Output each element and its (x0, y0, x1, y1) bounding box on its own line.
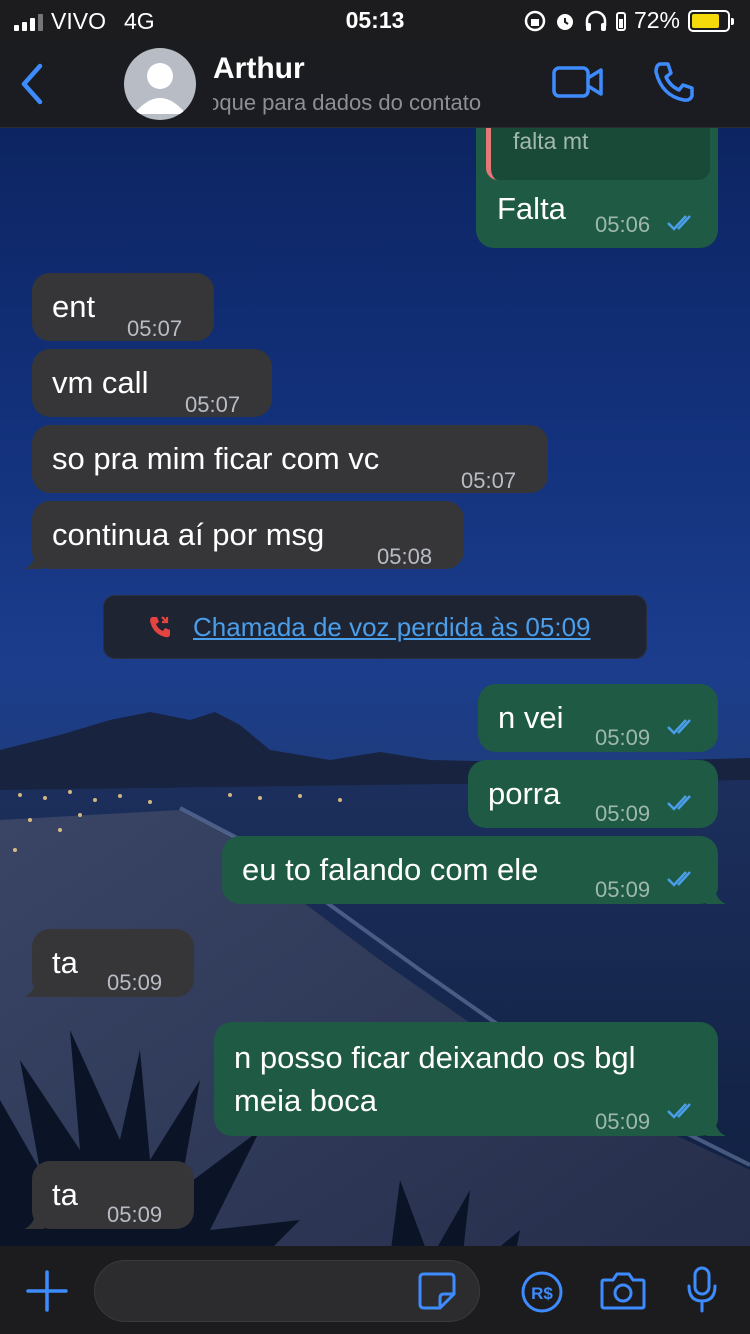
message-time: 05:07 (461, 468, 517, 493)
message-time: 05:09 (107, 970, 163, 995)
bubble-tail (24, 979, 44, 997)
message-text: so pra mim ficar com vc (52, 441, 380, 476)
message-outgoing[interactable]: porra 05:09 (468, 760, 718, 828)
battery-small-icon (615, 11, 626, 31)
message-text: continua aí por msg (52, 517, 325, 552)
microphone-button[interactable] (686, 1266, 718, 1319)
message-time: 05:07 (127, 316, 183, 341)
headphones-icon (585, 10, 607, 31)
video-camera-icon (552, 66, 603, 98)
message-text-line1: n posso ficar deixando os bgl (234, 1040, 636, 1075)
message-outgoing[interactable]: eu to falando com ele 05:09 (222, 836, 726, 904)
read-receipt-icon (667, 871, 691, 887)
message-time: 05:08 (377, 544, 433, 569)
message-incoming[interactable]: ent 05:07 (32, 273, 214, 341)
bubble-tail (706, 886, 726, 904)
message-time: 05:09 (595, 801, 651, 826)
back-button[interactable] (16, 62, 50, 106)
message-incoming[interactable]: so pra mim ficar com vc 05:07 (32, 425, 548, 493)
message-text: porra (488, 776, 561, 811)
battery-percent: 72% (633, 7, 680, 33)
contact-subtitle[interactable]: toque para dados do contato (213, 90, 535, 116)
bubble-tail (24, 1211, 44, 1229)
status-right: 72% (524, 7, 734, 34)
message-outgoing[interactable]: n vei 05:09 (478, 684, 718, 752)
message-text: ta (52, 945, 78, 980)
read-receipt-icon (667, 719, 691, 735)
missed-call-icon (150, 616, 170, 638)
sticker-icon (418, 1272, 456, 1310)
phone-icon (654, 62, 694, 102)
status-bar: VIVO 4G 05:13 72% (0, 0, 750, 40)
avatar[interactable] (124, 48, 196, 120)
message-incoming[interactable]: continua aí por msg 05:08 (24, 501, 464, 569)
message-time: 05:09 (595, 1109, 651, 1134)
sticker-button[interactable] (418, 1272, 456, 1315)
camera-button[interactable] (600, 1272, 646, 1315)
default-avatar-icon (134, 63, 186, 114)
battery-icon (688, 9, 734, 32)
camera-icon (600, 1272, 646, 1310)
message-incoming[interactable]: ta 05:09 (24, 929, 194, 997)
message-time: 05:09 (595, 877, 651, 902)
message-time: 05:06 (595, 212, 651, 237)
contact-name[interactable]: Arthur (213, 52, 305, 86)
bubble-tail (24, 551, 44, 569)
attach-button[interactable] (26, 1270, 68, 1317)
svg-text:R$: R$ (531, 1284, 553, 1303)
read-receipt-icon (667, 1103, 691, 1119)
message-time: 05:09 (595, 725, 651, 750)
read-receipt-icon (667, 795, 691, 811)
message-time: 05:07 (185, 392, 241, 417)
message-incoming[interactable]: ta 05:09 (24, 1161, 194, 1229)
quoted-reply-container: falta mt (486, 128, 710, 180)
message-text: Falta (497, 191, 566, 226)
payment-button[interactable]: R$ (520, 1270, 564, 1319)
message-text: eu to falando com ele (242, 852, 539, 887)
voice-call-button[interactable] (652, 60, 696, 109)
message-text-line2: meia boca (234, 1083, 378, 1118)
microphone-icon (687, 1266, 717, 1313)
orientation-lock-icon (524, 10, 546, 31)
payment-icon: R$ (521, 1271, 563, 1313)
alarm-icon (556, 13, 573, 30)
message-incoming[interactable]: vm call 05:07 (32, 349, 272, 417)
message-text: vm call (52, 365, 149, 400)
missed-call-notice[interactable]: Chamada de voz perdida às 05:09 (103, 595, 647, 659)
read-receipt-icon (667, 215, 691, 231)
message-text: n vei (498, 700, 564, 735)
message-outgoing[interactable]: n posso ficar deixando os bgl meia boca … (214, 1022, 726, 1136)
message-text: ta (52, 1177, 78, 1212)
bubble-tail (706, 1118, 726, 1136)
chat-header: Arthur toque para dados do contato (0, 40, 750, 128)
chevron-left-icon (21, 63, 43, 105)
message-input-bar: R$ (0, 1246, 750, 1334)
plus-icon (26, 1270, 68, 1312)
video-call-button[interactable] (552, 64, 604, 105)
missed-call-text[interactable]: Chamada de voz perdida às 05:09 (193, 612, 591, 643)
message-time: 05:09 (107, 1202, 163, 1227)
message-text: ent (52, 289, 96, 324)
